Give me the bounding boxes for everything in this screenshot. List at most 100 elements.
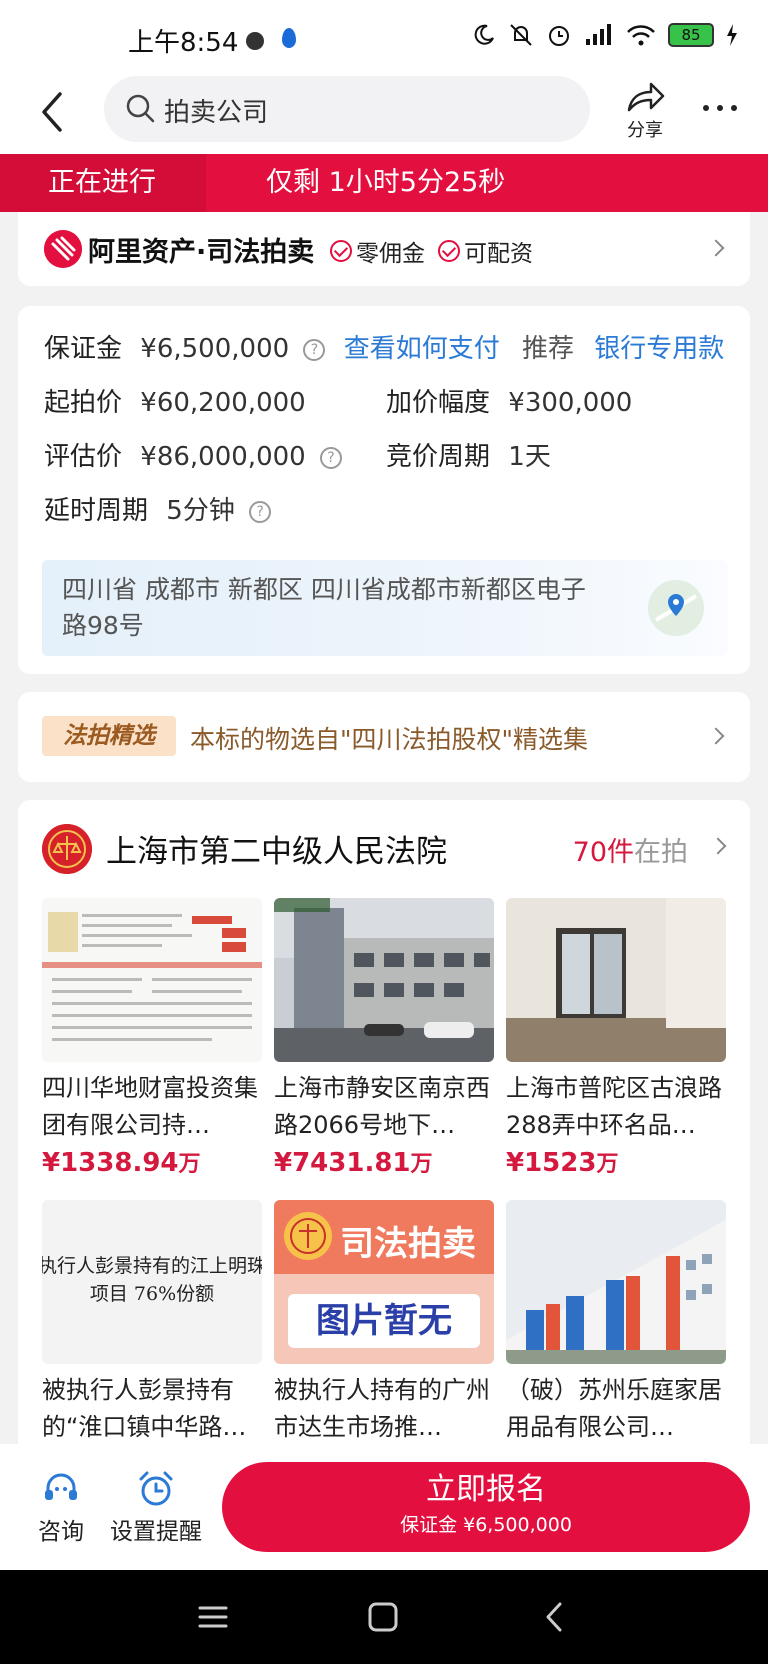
alarm-clock-icon bbox=[139, 1471, 173, 1506]
auction-item[interactable]: （破）苏州乐庭家居用品有限公司… bbox=[506, 1200, 726, 1446]
document-image bbox=[42, 898, 262, 1062]
recommend-label: 推荐 bbox=[521, 334, 574, 364]
item-title: 被执行人持有的广州市达生市场推… bbox=[274, 1376, 490, 1441]
tag-label: 可配资 bbox=[464, 241, 533, 267]
search-placeholder: 拍卖公司 bbox=[164, 98, 269, 128]
register-button[interactable]: 立即报名 保证金 ¥6,500,000 bbox=[222, 1462, 750, 1552]
delay-label: 延时周期 bbox=[44, 496, 149, 526]
factory-building-image bbox=[506, 1200, 726, 1364]
search-icon bbox=[126, 94, 155, 123]
share-button[interactable]: 分享 bbox=[620, 80, 670, 150]
set-reminder-button[interactable]: 设置提醒 bbox=[110, 1470, 202, 1546]
court-name[interactable]: 上海市第二中级人民法院 bbox=[106, 826, 447, 871]
item-thumbnail: 司法拍卖 图片暂无 bbox=[274, 1200, 494, 1364]
auction-info-card: 保证金 ¥6,500,000 ? 查看如何支付 推荐 银行专用款 起拍价 ¥60… bbox=[18, 306, 750, 674]
price-unit: 万 bbox=[178, 1152, 201, 1177]
court-section: 上海市第二中级人民法院 70件在拍 四川华地财富投资集团有限公司持… ¥1338… bbox=[18, 800, 750, 1450]
more-icon[interactable] bbox=[700, 100, 740, 116]
auction-item[interactable]: 上海市普陀区古浪路288弄中环名品… ¥1523万 bbox=[506, 898, 726, 1178]
price-value: ¥1523 bbox=[506, 1148, 597, 1178]
chevron-right-icon bbox=[707, 239, 725, 257]
moon-icon bbox=[474, 24, 494, 45]
bank-link[interactable]: 银行专用款 bbox=[594, 334, 724, 364]
pay-link[interactable]: 查看如何支付 bbox=[344, 334, 500, 364]
platform-bar[interactable]: 阿里资产·司法拍卖 零佣金 可配资 bbox=[18, 212, 750, 286]
share-icon bbox=[627, 82, 665, 112]
map-pin-icon[interactable] bbox=[648, 580, 704, 636]
battery-icon: 85 bbox=[668, 23, 714, 47]
back-icon[interactable] bbox=[538, 1600, 572, 1634]
auction-item[interactable]: 四川华地财富投资集团有限公司持… ¥1338.94万 bbox=[42, 898, 262, 1178]
auction-item[interactable]: 执行人彭景持有的江上明珠项目 76%份额 被执行人彭景持有的“淮口镇中华路… bbox=[42, 1200, 262, 1446]
item-price: ¥7431.81万 bbox=[274, 1146, 494, 1178]
auction-item[interactable]: 司法拍卖 图片暂无 被执行人持有的广州市达生市场推… bbox=[274, 1200, 494, 1446]
start-price-row: 起拍价 ¥60,200,000 bbox=[44, 382, 306, 419]
help-icon[interactable]: ? bbox=[319, 446, 342, 469]
notification-dot-icon bbox=[246, 32, 264, 50]
room-interior-image bbox=[506, 898, 726, 1062]
bottom-action-bar: 咨询 设置提醒 立即报名 保证金 ¥6,500,000 bbox=[0, 1444, 768, 1570]
increment-label: 加价幅度 bbox=[386, 388, 491, 418]
price-unit: 万 bbox=[410, 1152, 433, 1177]
mute-bell-icon bbox=[510, 24, 532, 46]
tag-label: 零佣金 bbox=[356, 241, 425, 267]
court-item-count[interactable]: 70件在拍 bbox=[573, 830, 688, 869]
delay-value: 5分钟 bbox=[166, 496, 235, 526]
consult-button[interactable]: 咨询 bbox=[38, 1470, 84, 1546]
register-label: 立即报名 bbox=[426, 1472, 546, 1507]
item-title: 上海市普陀区古浪路288弄中环名品… bbox=[506, 1074, 722, 1139]
home-icon[interactable] bbox=[366, 1600, 400, 1634]
search-input[interactable]: 拍卖公司 bbox=[104, 76, 590, 142]
status-icons: 85 bbox=[472, 22, 738, 48]
item-thumbnail bbox=[274, 898, 494, 1062]
item-thumbnail bbox=[506, 898, 726, 1062]
appraisal-label: 评估价 bbox=[44, 442, 123, 472]
item-title: 被执行人彭景持有的“淮口镇中华路… bbox=[42, 1376, 247, 1441]
share-label: 分享 bbox=[627, 120, 663, 141]
item-thumbnail bbox=[506, 1200, 726, 1364]
court-emblem-icon bbox=[284, 1212, 332, 1260]
deposit-row: 保证金 ¥6,500,000 ? 查看如何支付 推荐 银行专用款 bbox=[44, 328, 724, 365]
item-price: ¥1338.94万 bbox=[42, 1146, 262, 1178]
court-emblem-icon bbox=[42, 824, 92, 874]
headset-icon bbox=[45, 1473, 77, 1500]
check-circle-icon bbox=[330, 240, 352, 262]
item-title: （破）苏州乐庭家居用品有限公司… bbox=[506, 1376, 722, 1441]
back-arrow-icon[interactable] bbox=[34, 88, 70, 136]
appraisal-row: 评估价 ¥86,000,000 ? bbox=[44, 436, 342, 473]
address-box[interactable]: 四川省 成都市 新都区 四川省成都市新都区电子路98号 bbox=[42, 560, 728, 656]
address-text: 四川省 成都市 新都区 四川省成都市新都区电子路98号 bbox=[62, 575, 586, 640]
help-icon[interactable]: ? bbox=[249, 500, 272, 523]
appraisal-value: ¥86,000,000 bbox=[140, 442, 306, 472]
featured-badge: 法拍精选 bbox=[42, 716, 176, 756]
register-deposit: 保证金 ¥6,500,000 bbox=[400, 1514, 572, 1536]
placeholder-text: 图片暂无 bbox=[288, 1294, 480, 1348]
cycle-row: 竞价周期 1天 bbox=[386, 436, 551, 473]
price-unit: 万 bbox=[596, 1152, 619, 1177]
item-price: ¥1523万 bbox=[506, 1146, 726, 1178]
count-number: 70件 bbox=[572, 837, 634, 868]
featured-collection-bar[interactable]: 法拍精选 本标的物选自"四川法拍股权"精选集 bbox=[18, 692, 750, 782]
tag-financing: 可配资 bbox=[438, 234, 533, 268]
auction-status: 正在进行 bbox=[0, 154, 206, 212]
auction-item[interactable]: 上海市静安区南京西路2066号地下… ¥7431.81万 bbox=[274, 898, 494, 1178]
price-value: ¥7431.81 bbox=[274, 1148, 411, 1178]
check-circle-icon bbox=[438, 240, 460, 262]
help-icon[interactable]: ? bbox=[303, 338, 326, 361]
tag-zero-commission: 零佣金 bbox=[330, 234, 425, 268]
cycle-value: 1天 bbox=[508, 442, 551, 472]
deposit-label: 保证金 bbox=[44, 334, 123, 364]
increment-value: ¥300,000 bbox=[508, 388, 633, 418]
count-suffix: 在拍 bbox=[634, 837, 688, 868]
deposit-value: ¥6,500,000 bbox=[140, 334, 290, 364]
placeholder-title: 司法拍卖 bbox=[340, 1224, 476, 1264]
alarm-icon bbox=[549, 26, 569, 46]
menu-icon[interactable] bbox=[196, 1600, 230, 1634]
platform-name: 阿里资产·司法拍卖 bbox=[88, 237, 315, 268]
system-nav-bar bbox=[0, 1570, 768, 1664]
thumb-caption: 执行人彭景持有的江上明珠项目 76%份额 bbox=[42, 1255, 262, 1305]
featured-text: 本标的物选自"四川法拍股权"精选集 bbox=[190, 725, 588, 754]
price-value: ¥1338.94 bbox=[42, 1148, 179, 1178]
increment-row: 加价幅度 ¥300,000 bbox=[386, 382, 632, 419]
chevron-right-icon bbox=[709, 837, 727, 855]
